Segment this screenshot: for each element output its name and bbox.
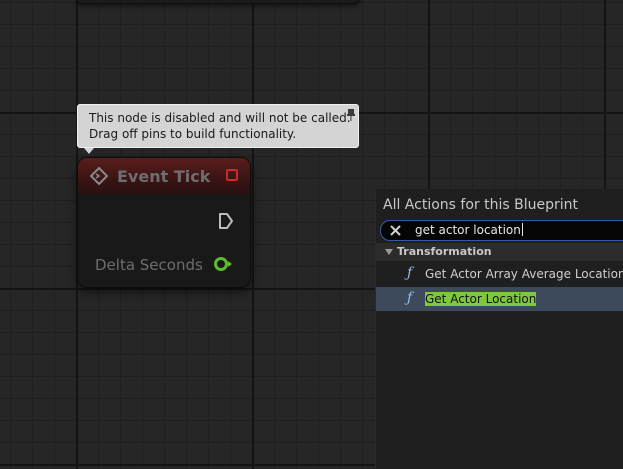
clear-icon[interactable] — [389, 224, 402, 237]
tooltip-line-1: This node is disabled and will not be ca… — [89, 111, 351, 125]
tooltip-tail — [84, 148, 94, 154]
float-output-pin[interactable] — [213, 256, 235, 272]
graph-node-above[interactable] — [76, 0, 360, 4]
category-label: Transformation — [397, 245, 492, 258]
action-label: Get Actor Array Average Location — [425, 267, 623, 281]
node-title: Event Tick — [117, 167, 211, 186]
event-diamond-icon — [90, 167, 108, 185]
search-input[interactable]: get actor location — [380, 220, 623, 241]
exec-output-pin[interactable] — [218, 212, 234, 230]
delta-seconds-label: Delta Seconds — [95, 256, 203, 274]
search-value: get actor location — [415, 223, 521, 237]
pin-icon[interactable] — [346, 108, 356, 122]
delegate-pin[interactable] — [226, 169, 238, 181]
action-label: Get Actor Location — [425, 292, 537, 306]
menu-title: All Actions for this Blueprint — [383, 197, 578, 213]
expand-arrow-icon — [385, 249, 393, 255]
action-menu: All Actions for this Blueprint get actor… — [375, 189, 623, 469]
text-caret — [521, 223, 523, 236]
function-icon: ƒ — [407, 290, 413, 306]
function-icon: ƒ — [407, 265, 413, 281]
node-header[interactable]: Event Tick — [78, 158, 250, 194]
disabled-node-tooltip: This node is disabled and will not be ca… — [77, 104, 359, 154]
event-tick-node[interactable]: Event Tick Delta Seconds — [78, 158, 250, 287]
action-get-actor-array-average-location[interactable]: ƒ Get Actor Array Average Location — [376, 262, 623, 286]
tooltip-line-2: Drag off pins to build functionality. — [89, 127, 297, 141]
action-get-actor-location[interactable]: ƒ Get Actor Location — [376, 287, 623, 311]
category-transformation[interactable]: Transformation — [376, 243, 623, 261]
